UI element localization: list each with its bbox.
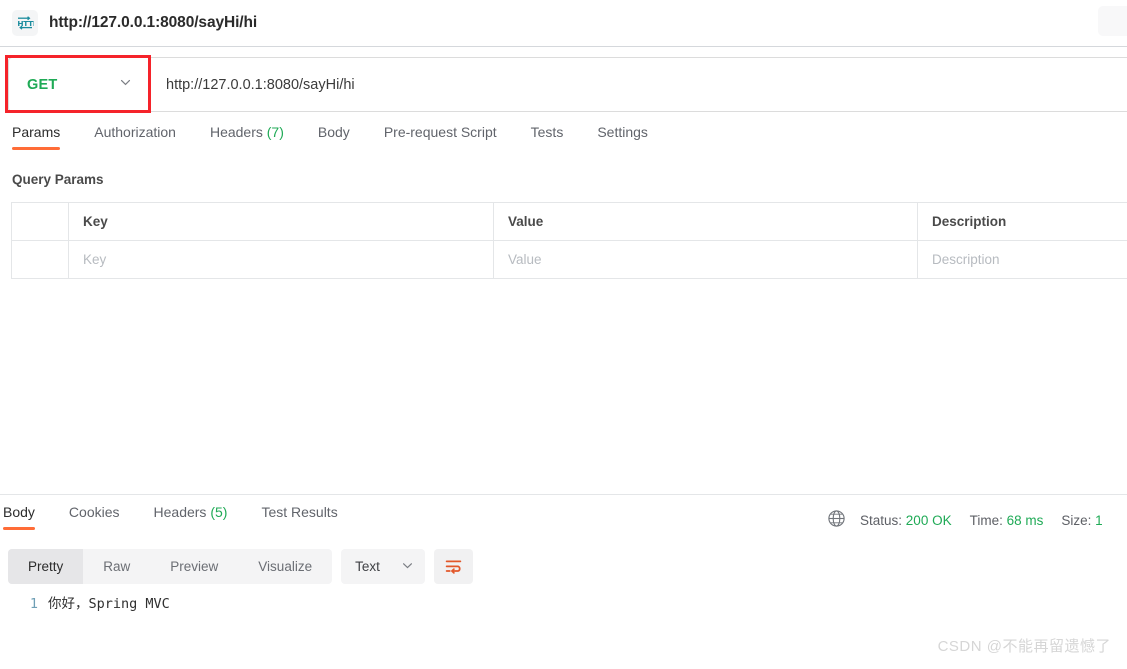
line-number: 1 [29,596,38,612]
url-input[interactable]: http://127.0.0.1:8080/sayHi/hi [148,57,1127,112]
tab-authorization-label: Authorization [94,124,176,140]
tab-pre-request-script-label: Pre-request Script [383,124,497,140]
size-value: 1 [1095,512,1103,528]
view-mode-pretty[interactable]: Pretty [8,549,84,584]
column-header-description: Description [917,202,1127,241]
more-actions-button[interactable] [1098,6,1127,36]
chevron-down-icon [119,76,132,94]
tab-tests-label: Tests [530,124,564,140]
time-value: 68 ms [1006,512,1044,528]
time-metric[interactable]: Time: 68 ms [970,513,1044,528]
size-label: Size: [1061,512,1092,528]
view-mode-visualize[interactable]: Visualize [238,549,332,584]
tab-headers-label: Headers [209,124,263,140]
response-tab-body[interactable]: Body [3,504,35,530]
svg-text:HTTP: HTTP [17,19,34,28]
tab-headers[interactable]: Headers (7) [210,124,284,150]
query-params-title: Query Params [12,172,104,187]
table-row: Key Value Description [11,240,1127,279]
response-tab-headers-count: (5) [210,504,228,520]
response-body-viewer[interactable]: 1 你好，Spring MVC [0,594,1127,615]
chevron-down-icon [401,559,414,575]
response-tab-test-results[interactable]: Test Results [261,504,337,530]
tab-settings-label: Settings [597,124,648,140]
response-tab-test-results-label: Test Results [261,504,338,520]
watermark: CSDN @不能再留遗憾了 [937,638,1111,655]
tab-params-label: Params [12,124,61,140]
response-tabs: Body Cookies Headers (5) Test Results [0,504,700,536]
response-tab-headers[interactable]: Headers (5) [154,504,228,530]
request-tabs: Params Authorization Headers (7) Body Pr… [0,124,1127,158]
tab-settings[interactable]: Settings [597,124,648,150]
response-meta: Status: 200 OK Time: 68 ms Size: 1 [827,509,1127,531]
row-value-input[interactable]: Value [493,240,918,279]
http-icon: HTTP [12,10,38,36]
status-label: Status: [860,512,903,528]
view-mode-raw[interactable]: Raw [83,549,150,584]
row-description-input[interactable]: Description [917,240,1127,279]
response-format-value: Text [355,559,380,574]
time-label: Time: [969,512,1003,528]
view-mode-preview[interactable]: Preview [150,549,238,584]
url-bar: GET http://127.0.0.1:8080/sayHi/hi [0,57,1127,112]
tab-params[interactable]: Params [12,124,61,150]
tab-pre-request-script[interactable]: Pre-request Script [384,124,497,150]
globe-icon [827,509,846,531]
column-header-select [11,202,69,241]
http-method-value: GET [27,76,58,93]
row-key-input[interactable]: Key [68,240,494,279]
request-tab-bar: HTTP http://127.0.0.1:8080/sayHi/hi [0,0,1127,47]
column-header-value: Value [493,202,918,241]
word-wrap-icon[interactable] [434,549,474,584]
query-params-table: Key Value Description Key Value Descript… [11,202,1127,279]
row-checkbox-cell[interactable] [11,240,69,279]
request-tab-title: http://127.0.0.1:8080/sayHi/hi [49,14,258,31]
tab-authorization[interactable]: Authorization [94,124,176,150]
view-mode-group: Pretty Raw Preview Visualize [8,549,333,584]
request-tab[interactable]: HTTP http://127.0.0.1:8080/sayHi/hi [12,4,257,42]
response-body-line: 你好，Spring MVC [48,596,170,612]
tab-tests[interactable]: Tests [531,124,564,150]
response-tab-headers-label: Headers [153,504,207,520]
response-format-select[interactable]: Text [341,549,426,584]
status-metric[interactable]: Status: 200 OK [860,513,952,528]
http-method-select[interactable]: GET [8,57,148,112]
response-divider [0,494,1127,495]
status-value: 200 OK [905,512,952,528]
response-tab-cookies[interactable]: Cookies [69,504,120,530]
tab-body[interactable]: Body [318,124,350,150]
column-header-key: Key [68,202,494,241]
size-metric[interactable]: Size: 1 [1061,513,1102,528]
table-header-row: Key Value Description [11,202,1127,241]
response-tab-body-label: Body [3,504,35,520]
tab-body-label: Body [317,124,350,140]
response-viewer-toolbar: Pretty Raw Preview Visualize Text [8,549,474,584]
response-tab-cookies-label: Cookies [68,504,120,520]
tab-headers-count: (7) [266,124,284,140]
